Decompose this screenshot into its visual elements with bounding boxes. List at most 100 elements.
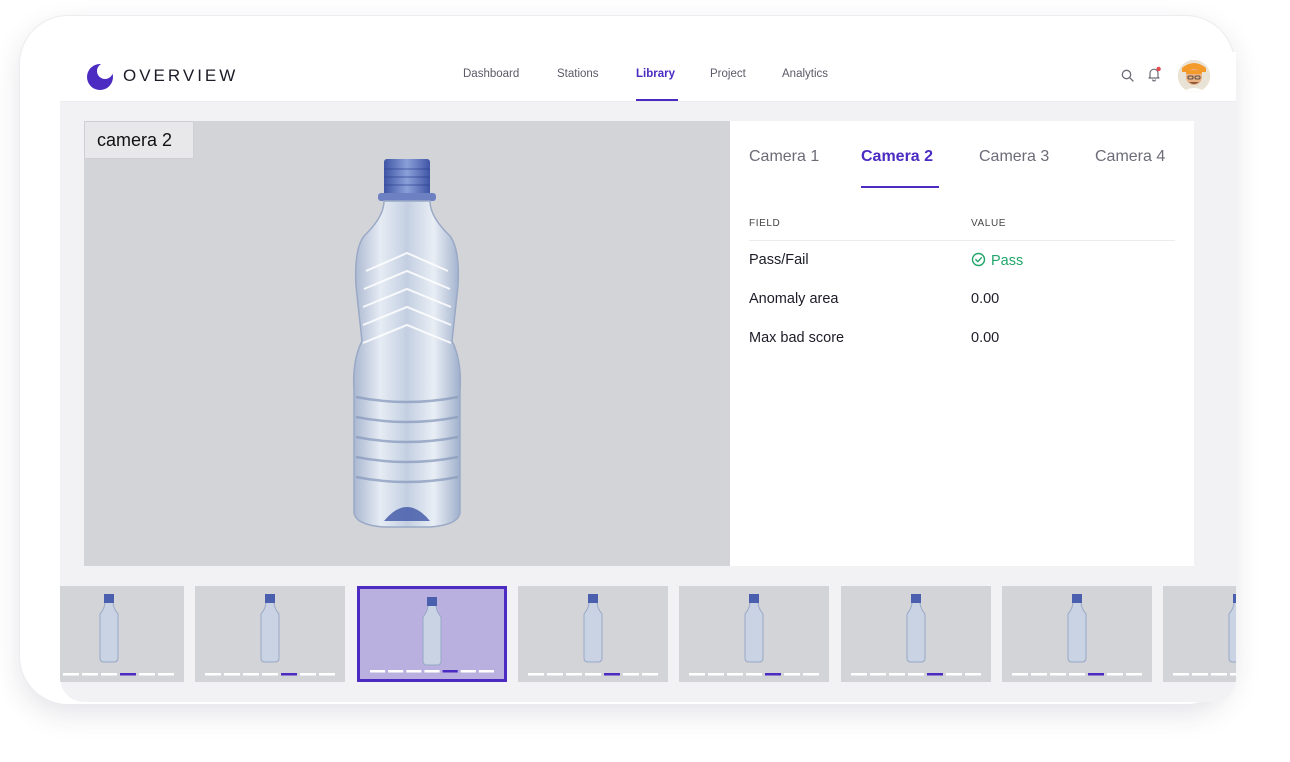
active-nav-indicator [636,99,678,101]
search-icon[interactable] [1121,69,1134,82]
thumbnail-bottle-image [1173,594,1236,676]
progress-dash [158,673,174,676]
brand-name: OVERVIEW [123,66,239,85]
thumbnail-bottle-image [205,594,335,676]
progress-dash [406,670,422,673]
progress-dash [547,673,563,676]
progress-dash [82,673,98,676]
value-pass-fail: Pass [971,252,1023,269]
progress-dash [604,673,620,676]
progress-dash [63,673,79,676]
thumbnail-bottle-image [63,594,174,676]
progress-dash [478,670,494,673]
thumbnail[interactable] [1002,586,1152,682]
notification-dot [1156,66,1161,72]
progress-dash [1230,673,1236,676]
progress-dash [908,673,924,676]
progress-dash [870,673,886,676]
thumbnail-bottle-image [689,594,819,676]
thumbnail[interactable] [195,586,345,682]
progress-dash [851,673,867,676]
progress-dash [1050,673,1066,676]
thumbnail-bottle-image [370,597,494,673]
app-screen: OVERVIEW Dashboard Stations Library Proj… [60,52,1236,702]
pass-status-text: Pass [991,253,1024,269]
progress-dash [1107,673,1123,676]
field-pass-fail: Pass/Fail [749,252,809,268]
progress-dash [101,673,117,676]
user-avatar[interactable] [1178,60,1210,92]
nav-dashboard[interactable]: Dashboard [463,68,519,80]
progress-dash [708,673,724,676]
value-max-bad-score: 0.00 [971,330,1000,346]
tab-camera-3[interactable]: Camera 3 [979,148,1049,166]
progress-dash [623,673,639,676]
nav-project[interactable]: Project [710,68,746,80]
nav-analytics[interactable]: Analytics [782,68,828,80]
progress-dash [388,670,404,673]
progress-dash [224,673,240,676]
progress-dash [1088,673,1104,676]
value-anomaly-area: 0.00 [971,291,1000,307]
progress-dash [300,673,316,676]
bottle-image [352,159,462,528]
tab-camera-1[interactable]: Camera 1 [749,148,819,166]
nav-stations[interactable]: Stations [557,68,599,80]
progress-dash [460,670,476,673]
progress-dash [566,673,582,676]
progress-dash [139,673,155,676]
thumbnail[interactable] [518,586,668,682]
progress-dash [1192,673,1208,676]
thumbnail-bottle-image [1012,594,1142,676]
progress-dash [281,673,297,676]
thumbnail[interactable] [60,586,184,682]
header-divider [749,240,1175,241]
progress-dash [585,673,601,676]
progress-dash [120,673,136,676]
progress-dash [205,673,221,676]
progress-dash [1211,673,1227,676]
thumbnail-bottle-image [528,594,658,676]
progress-dash [370,670,386,673]
progress-dash [927,673,943,676]
progress-dash [889,673,905,676]
progress-dash [442,670,458,673]
tablet-frame: OVERVIEW Dashboard Stations Library Proj… [20,16,1236,704]
progress-dash [784,673,800,676]
progress-dash [803,673,819,676]
progress-dash [727,673,743,676]
thumbnail-selected[interactable] [357,586,507,682]
top-navigation-bar: OVERVIEW Dashboard Stations Library Proj… [60,52,1236,102]
column-header-field: FIELD [749,218,781,229]
progress-dash [528,673,544,676]
progress-dash [642,673,658,676]
thumbnail[interactable] [1163,586,1236,682]
progress-dash [946,673,962,676]
progress-dash [1126,673,1142,676]
progress-dash [424,670,440,673]
progress-dash [262,673,278,676]
overview-logo-icon[interactable] [86,63,114,91]
tab-camera-2[interactable]: Camera 2 [861,148,933,166]
progress-dash [965,673,981,676]
check-circle-icon [971,252,986,267]
bell-icon[interactable] [1146,66,1162,82]
progress-dash [746,673,762,676]
thumbnail[interactable] [841,586,991,682]
progress-dash [1173,673,1189,676]
progress-dash [1012,673,1028,676]
nav-library[interactable]: Library [636,68,675,80]
column-header-value: VALUE [971,218,1007,229]
thumbnail[interactable] [679,586,829,682]
field-max-bad-score: Max bad score [749,330,845,346]
tab-camera-4[interactable]: Camera 4 [1095,148,1165,166]
progress-dash [689,673,705,676]
progress-dash [1069,673,1085,676]
progress-dash [319,673,335,676]
camera-image-viewer[interactable]: camera 2 [84,121,730,566]
camera-label: camera 2 [84,121,194,159]
progress-dash [1031,673,1047,676]
progress-dash [765,673,781,676]
active-tab-indicator [861,186,939,188]
field-anomaly-area: Anomaly area [749,291,839,307]
